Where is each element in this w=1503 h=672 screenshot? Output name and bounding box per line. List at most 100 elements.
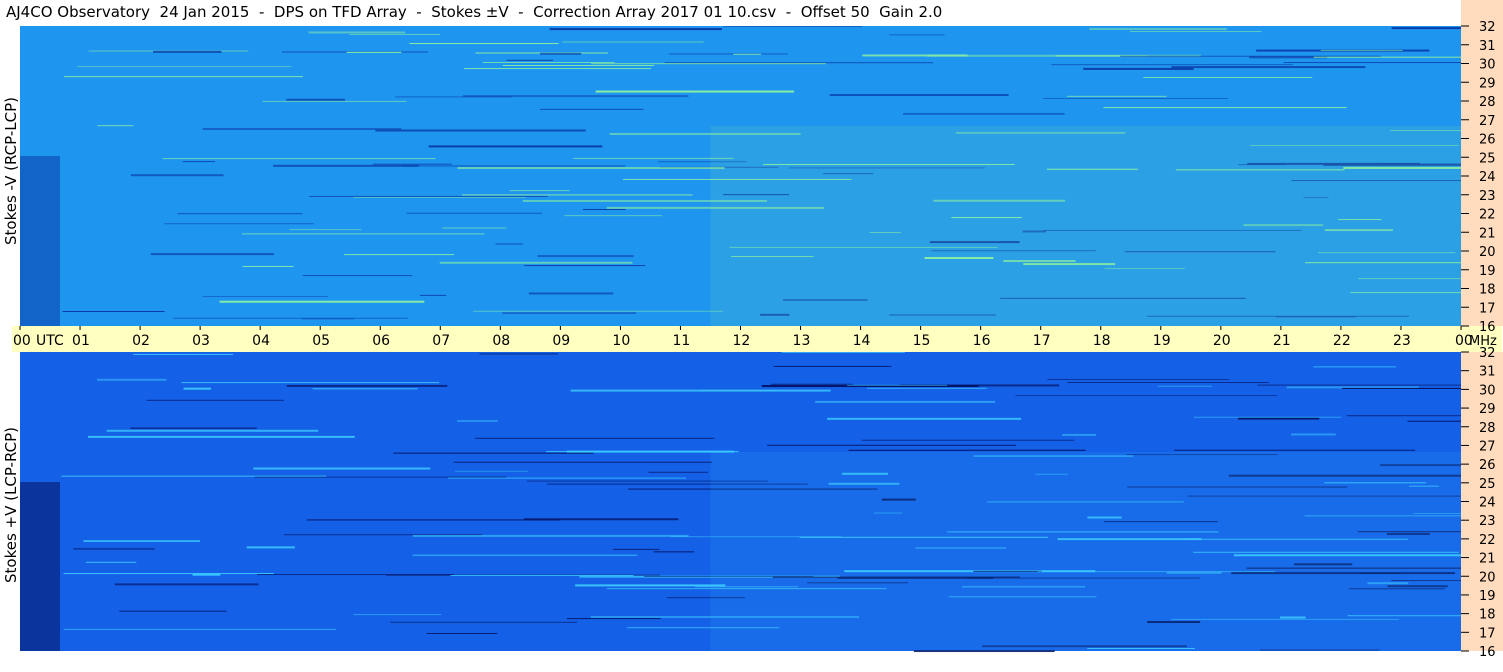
bottom-streak xyxy=(192,573,221,576)
bottom-streak xyxy=(133,353,234,355)
bottom-streak xyxy=(566,450,734,453)
top-streak xyxy=(409,43,559,45)
top-spectrogram-panel xyxy=(20,26,1461,326)
bottom-streak xyxy=(254,476,507,478)
bottom-streak xyxy=(1193,416,1342,418)
utc-tick-label: 21 xyxy=(1273,333,1291,349)
bottom-streak xyxy=(479,353,559,355)
bottom-streak xyxy=(1346,415,1461,417)
bottom-streak xyxy=(119,610,227,612)
bottom-left-band xyxy=(20,482,60,651)
top-streak xyxy=(1043,98,1228,100)
utc-tick-label: 06 xyxy=(372,333,390,349)
top-streak xyxy=(164,223,314,225)
top-streak xyxy=(262,100,407,102)
bottom-streak xyxy=(1237,417,1320,420)
bottom-streak xyxy=(1174,449,1416,451)
top-streak xyxy=(289,229,362,231)
mhz-tick-label: 28 xyxy=(1479,421,1496,436)
bottom-streak xyxy=(181,382,440,384)
bottom-streak xyxy=(699,390,778,392)
top-streak xyxy=(482,61,615,63)
bottom-streak xyxy=(1407,420,1461,422)
top-streak xyxy=(524,265,646,267)
top-streak xyxy=(172,317,408,319)
utc-tick-label: 05 xyxy=(312,333,330,349)
bottom-streak xyxy=(1313,366,1396,368)
bottom-streak xyxy=(867,387,987,389)
bottom-streak xyxy=(353,614,442,616)
top-streak xyxy=(308,31,406,34)
top-streak xyxy=(539,108,644,110)
top-streak xyxy=(273,164,419,167)
bottom-streak xyxy=(827,417,1022,420)
mhz-tick-label: 18 xyxy=(1479,608,1496,623)
bottom-streak xyxy=(1257,384,1461,386)
bottom-streak xyxy=(846,384,948,386)
mhz-tick-label: 29 xyxy=(1479,76,1496,91)
utc-tick-label: 19 xyxy=(1153,333,1171,349)
bottom-streak xyxy=(1047,378,1230,380)
top-streak xyxy=(406,212,543,214)
top-streak xyxy=(1089,28,1227,30)
top-streak xyxy=(502,312,637,314)
bottom-streak xyxy=(412,534,689,537)
top-streak xyxy=(473,310,723,312)
top-streak xyxy=(464,68,652,70)
utc-tick-label: 23 xyxy=(1393,333,1411,349)
bottom-streak xyxy=(861,439,1075,441)
bottom-streak xyxy=(306,519,561,521)
mhz-tick-label: 21 xyxy=(1479,552,1496,567)
bottom-streak xyxy=(63,573,274,575)
top-streak xyxy=(888,34,945,36)
utc-tick-label: 00 xyxy=(13,333,31,349)
top-streak xyxy=(1051,64,1293,66)
utc-tick-label: 10 xyxy=(612,333,630,349)
bottom-streak xyxy=(83,540,200,543)
bottom-streak xyxy=(770,383,853,385)
mhz-tick-label: 25 xyxy=(1479,151,1496,166)
top-streak xyxy=(202,127,402,130)
mhz-tick-label: 23 xyxy=(1479,514,1496,529)
bottom-streak xyxy=(183,387,211,390)
mhz-tick-label: 19 xyxy=(1479,264,1496,279)
top-streak xyxy=(595,90,794,93)
top-streak xyxy=(349,33,440,35)
top-streak xyxy=(442,227,507,229)
mhz-tick-label: 32 xyxy=(1479,20,1496,35)
bottom-frequency-axis: 32 31 30 29 28 27 26 25 24 23 22 21 20 19 18 17 16 xyxy=(1461,346,1503,660)
bottom-streak xyxy=(130,427,257,429)
bottom-streak xyxy=(412,554,638,556)
top-streak xyxy=(153,50,222,53)
utc-tick-label: 16 xyxy=(973,333,991,349)
bottom-streak xyxy=(455,470,529,472)
top-streak xyxy=(506,59,554,61)
mhz-tick-label: 25 xyxy=(1479,477,1496,492)
top-streak xyxy=(242,265,294,267)
top-streak xyxy=(344,254,454,256)
top-streak xyxy=(502,64,655,66)
bottom-streak xyxy=(85,561,137,563)
top-streak xyxy=(219,300,425,303)
mhz-tick-label: 31 xyxy=(1479,365,1496,380)
mhz-tick-label: 27 xyxy=(1479,114,1496,129)
top-streak xyxy=(177,213,303,215)
top-streak xyxy=(241,233,485,235)
mhz-tick-label: 19 xyxy=(1479,589,1496,604)
top-streak xyxy=(1129,31,1262,33)
bottom-spectrogram-panel xyxy=(20,352,1461,653)
utc-unit-label: UTC xyxy=(36,333,64,349)
utc-tick-label: 20 xyxy=(1213,333,1231,349)
bottom-streak xyxy=(97,378,167,381)
top-streak xyxy=(439,261,633,264)
top-streak xyxy=(1391,27,1461,30)
utc-tick-label: 08 xyxy=(492,333,510,349)
bottom-streak xyxy=(1342,387,1461,389)
top-streak xyxy=(582,209,626,211)
top-streak xyxy=(150,253,275,256)
top-streak xyxy=(395,96,512,98)
mhz-tick-label: 26 xyxy=(1479,458,1496,473)
top-frequency-axis: 32 31 30 29 28 27 26 25 24 23 22 21 20 19 18 17 16 xyxy=(1461,0,1503,335)
utc-tick-label: 22 xyxy=(1333,333,1351,349)
utc-tick-label: 17 xyxy=(1033,333,1051,349)
